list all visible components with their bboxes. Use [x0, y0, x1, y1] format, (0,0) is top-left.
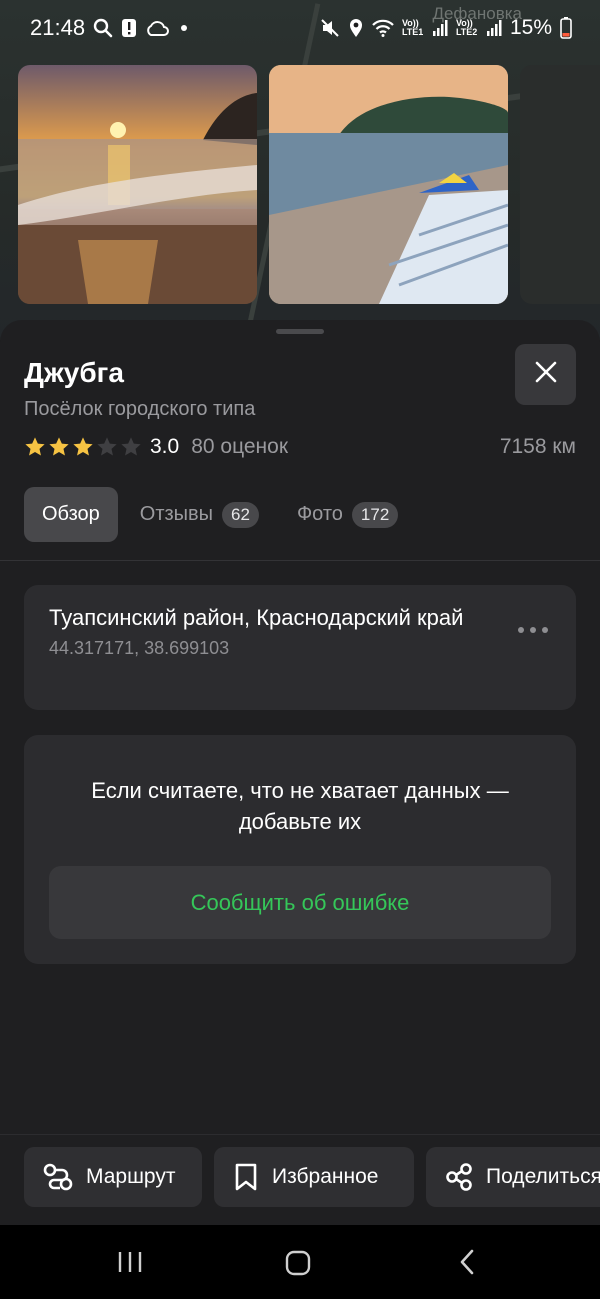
star-empty-icon — [121, 437, 141, 456]
photo-sunset[interactable] — [18, 65, 257, 304]
photo-strip[interactable] — [18, 65, 600, 304]
share-icon — [446, 1163, 472, 1191]
tabs-divider — [0, 560, 600, 561]
alert-icon — [121, 18, 137, 38]
wifi-icon — [372, 19, 394, 37]
status-bar: 21:48 Vo)) LTE1 Vo)) LTE2 15% — [0, 0, 600, 56]
close-button[interactable] — [515, 344, 576, 405]
address-text: Туапсинский район, Краснодарский край — [49, 605, 464, 630]
tab-reviews-badge: 62 — [222, 501, 259, 528]
close-icon — [535, 361, 557, 388]
battery-icon — [560, 17, 572, 39]
back-icon[interactable] — [452, 1247, 482, 1277]
tab-reviews[interactable]: Отзывы 62 — [122, 487, 277, 542]
rating-count[interactable]: 80 оценок — [191, 435, 288, 459]
report-error-button[interactable]: Сообщить об ошибке — [49, 866, 551, 939]
report-prompt-text: Если считаете, что не хватает данных — д… — [91, 778, 509, 834]
more-options-icon[interactable] — [518, 620, 548, 640]
share-button[interactable]: Поделиться — [426, 1147, 600, 1207]
star-filled-icon — [25, 437, 45, 456]
route-button[interactable]: Маршрут — [24, 1147, 202, 1207]
cloud-icon — [145, 19, 170, 37]
bookmark-icon — [235, 1163, 257, 1191]
tab-overview-label: Обзор — [42, 503, 100, 525]
location-icon — [348, 18, 364, 38]
tab-photos-label: Фото — [296, 503, 343, 525]
home-icon[interactable] — [282, 1247, 314, 1279]
favorite-button[interactable]: Избранное — [214, 1147, 414, 1207]
rating-stars — [24, 436, 142, 458]
sheet-drag-handle[interactable] — [276, 329, 324, 334]
sim1-label: Vo)) LTE1 — [401, 18, 424, 37]
tab-photos-badge: 172 — [351, 501, 399, 528]
tab-overview[interactable]: Обзор — [24, 487, 118, 542]
star-filled-icon — [49, 437, 69, 456]
route-label: Маршрут — [86, 1165, 176, 1188]
favorite-label: Избранное — [272, 1165, 379, 1188]
action-bar: Маршрут Избранное Поделиться — [0, 1134, 600, 1225]
search-icon — [93, 18, 113, 38]
route-icon — [43, 1163, 73, 1191]
coordinates[interactable]: 44.317171, 38.699103 — [49, 638, 496, 659]
photo-partial[interactable] — [520, 65, 600, 304]
star-empty-icon — [97, 437, 117, 456]
recent-apps-icon[interactable] — [115, 1247, 145, 1277]
share-label: Поделиться — [486, 1165, 600, 1188]
report-card: Если считаете, что не хватает данных — д… — [24, 735, 576, 964]
place-card-sheet: Джубга Посёлок городского типа 3.0 80 оц… — [0, 320, 600, 1225]
tab-reviews-label: Отзывы — [139, 503, 214, 525]
mute-icon — [320, 18, 340, 38]
star-filled-icon — [73, 437, 93, 456]
rating-row[interactable]: 3.0 80 оценок 7158 км — [24, 432, 576, 462]
system-nav-bar — [0, 1225, 600, 1299]
dot-icon — [181, 25, 188, 31]
sim2-label: Vo)) LTE2 — [455, 18, 478, 37]
place-title: Джубга — [24, 357, 124, 388]
place-subtitle: Посёлок городского типа — [24, 398, 256, 420]
status-time: 21:48 — [30, 15, 86, 40]
rating-value: 3.0 — [150, 435, 180, 458]
tab-bar: Обзор Отзывы 62 Фото 172 — [24, 487, 418, 542]
signal-icon — [486, 19, 502, 37]
battery-percent: 15% — [509, 16, 552, 39]
signal-icon — [432, 19, 448, 37]
photo-beach[interactable] — [269, 65, 508, 304]
distance: 7158 км — [499, 435, 576, 458]
address-card[interactable]: Туапсинский район, Краснодарский край 44… — [24, 585, 576, 710]
tab-photos[interactable]: Фото 172 — [279, 487, 416, 542]
